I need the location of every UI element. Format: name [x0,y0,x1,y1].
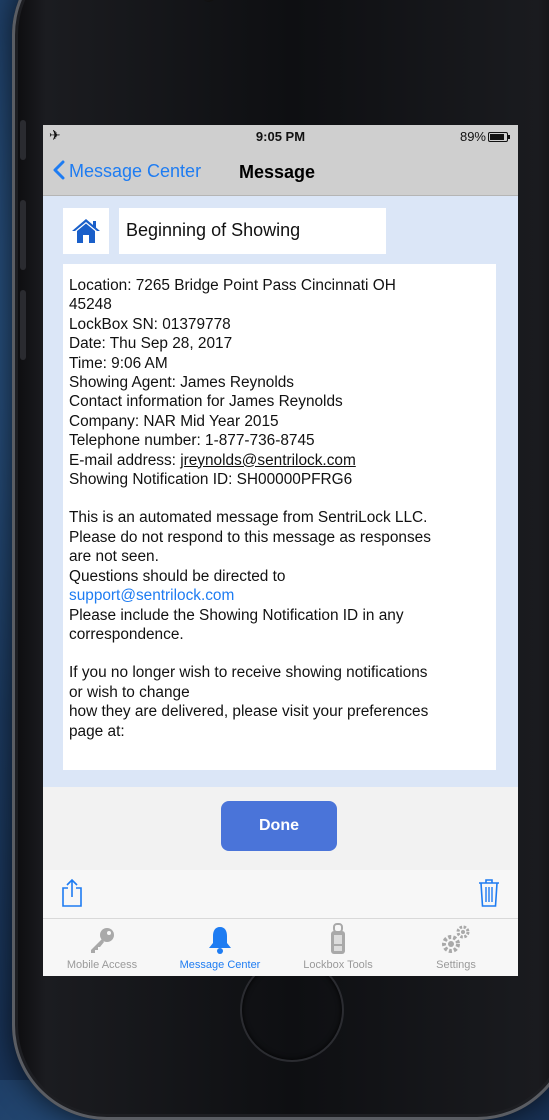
tab-lockbox-tools[interactable]: Lockbox Tools [279,921,397,976]
volume-up-button [20,200,26,270]
message-line: Location: 7265 Bridge Point Pass Cincinn… [69,277,396,294]
battery-icon [488,132,510,142]
front-camera [202,0,216,2]
message-line: are not seen. [69,548,159,566]
done-area: Done [43,787,518,871]
gears-icon [397,921,515,955]
tab-bar: Mobile Access Message Center Lockbox Too… [43,919,518,976]
message-subject: Beginning of Showing [119,208,386,254]
message-line: This is an automated message from Sentri… [69,509,428,527]
battery-percentage: 89% [459,129,486,144]
message-line: Showing Agent: James Reynolds [69,374,295,392]
mute-switch [20,120,26,160]
support-email-link[interactable]: support@sentrilock.com [69,586,490,605]
message-line: Time: 9:06 AM [69,354,168,372]
bell-icon [161,921,279,955]
message-line: Telephone number: 1-877-736-8745 [69,432,315,450]
message-line: or wish to change [69,683,190,701]
email-label: E-mail address: [69,451,181,469]
message-line: Date: Thu Sep 28, 2017 [69,335,233,353]
email-line: E-mail address: jreynolds@sentrilock.com [69,451,490,470]
message-line: If you no longer wish to receive showing… [69,664,428,682]
message-line: 45248 [69,296,112,314]
done-button[interactable]: Done [221,801,337,851]
message-line: Please do not respond to this message as… [69,528,431,546]
subject-row: Beginning of Showing [63,208,388,254]
key-icon [43,921,161,955]
tab-label: Message Center [179,959,261,971]
app-screen: ✈ 9:05 PM 89% Message Center Message Beg… [43,125,518,976]
tab-message-center[interactable]: Message Center [161,921,279,976]
message-line: Questions should be directed to [69,567,286,585]
back-button[interactable]: Message Center [53,160,201,182]
house-icon [63,208,109,254]
lockbox-icon [279,921,397,955]
message-line: Showing Notification ID: SH00000PFRG6 [69,471,353,489]
tab-settings[interactable]: Settings [397,921,515,976]
page-title: Message [239,162,316,182]
back-button-label: Message Center [69,160,202,181]
navigation-bar: Message Center Message [43,147,518,196]
message-line: how they are delivered, please visit you… [69,703,429,721]
message-line: Company: NAR Mid Year 2015 [69,412,279,430]
agent-email-link[interactable]: jreynolds@sentrilock.com [180,452,356,469]
message-line: LockBox SN: 01379778 [69,315,231,333]
message-line: Please include the Showing Notification … [69,606,404,624]
tab-label: Lockbox Tools [303,959,373,971]
action-toolbar [43,870,518,919]
message-line: correspondence. [69,625,184,643]
message-content: Beginning of Showing Location: 7265 Brid… [43,196,518,787]
tab-label: Settings [436,959,476,971]
chevron-left-icon [53,160,65,182]
trash-icon[interactable] [478,878,500,913]
tab-mobile-access[interactable]: Mobile Access [43,921,161,976]
message-line: Contact information for James Reynolds [69,393,343,411]
volume-down-button [20,290,26,360]
message-body: Location: 7265 Bridge Point Pass Cincinn… [63,264,496,770]
message-line: page at: [69,722,125,740]
status-time: 9:05 PM [255,129,306,144]
status-bar: ✈ 9:05 PM 89% [43,125,518,147]
tab-label: Mobile Access [66,959,138,971]
share-icon[interactable] [61,878,83,913]
